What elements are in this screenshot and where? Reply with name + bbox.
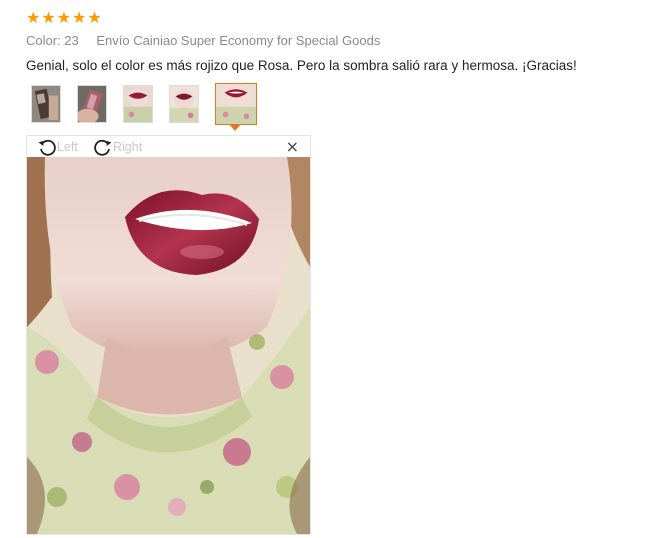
star-icon: ★ bbox=[56, 8, 72, 27]
selected-thumbnail-caret bbox=[229, 124, 241, 131]
thumbnail-lips-3-selected[interactable] bbox=[215, 83, 257, 125]
review-meta: Color: 23 Envío Cainiao Super Economy fo… bbox=[26, 33, 380, 48]
rotate-left-label: Left bbox=[57, 140, 78, 154]
star-icon: ★ bbox=[72, 8, 87, 27]
thumbnail-lips-2[interactable] bbox=[169, 85, 199, 123]
rotate-left-icon bbox=[38, 139, 56, 156]
image-viewer: Left Right × bbox=[26, 135, 311, 535]
thumbnail-product-hand[interactable] bbox=[77, 85, 107, 123]
color-label: Color: 23 bbox=[26, 33, 79, 48]
thumbnail-product-tube[interactable] bbox=[31, 85, 61, 123]
review-photo bbox=[27, 157, 310, 534]
rating-stars: ★ ★ ★ ★ ★ bbox=[26, 10, 102, 26]
review-text: Genial, solo el color es más rojizo que … bbox=[26, 58, 577, 73]
rotate-left-button[interactable]: Left bbox=[37, 137, 78, 157]
rotate-right-label: Right bbox=[113, 140, 143, 154]
star-icon: ★ bbox=[87, 8, 102, 27]
star-icon: ★ bbox=[41, 8, 56, 27]
viewer-toolbar: Left Right × bbox=[27, 136, 310, 157]
thumbnail-lips-1[interactable] bbox=[123, 85, 153, 123]
star-icon: ★ bbox=[26, 8, 41, 27]
shipping-method: Envío Cainiao Super Economy for Special … bbox=[96, 33, 381, 48]
close-icon[interactable]: × bbox=[286, 139, 299, 155]
rotate-right-icon bbox=[94, 139, 112, 156]
rotate-right-button[interactable]: Right bbox=[93, 137, 142, 157]
thumbnail-strip bbox=[31, 83, 273, 125]
